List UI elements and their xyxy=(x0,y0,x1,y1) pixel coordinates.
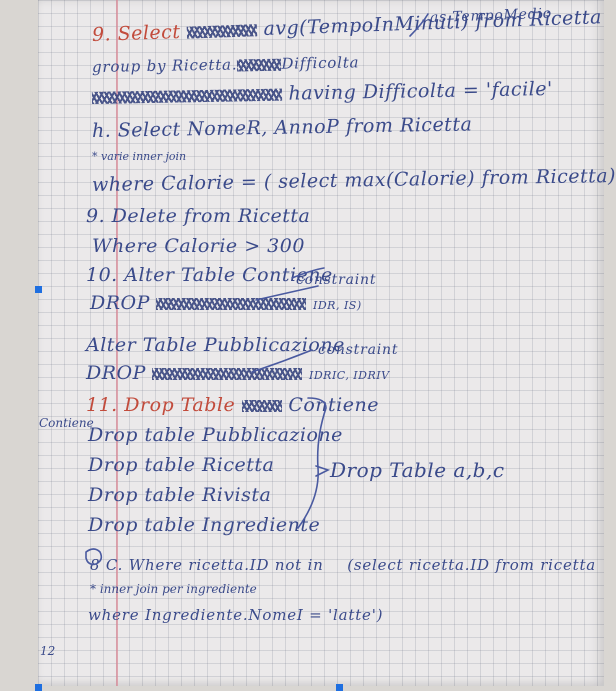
query-g-delete-line: 9. Delete from Ricetta xyxy=(86,205,311,227)
scribble xyxy=(186,24,258,39)
constraint-note-2: constraint xyxy=(318,342,399,358)
constraint-note: constraint xyxy=(296,272,377,288)
scribble xyxy=(237,58,282,72)
drop-constraint-line: DROP IDRIC, IDRIV xyxy=(86,362,390,384)
bottom-left-resize-handle[interactable] xyxy=(35,684,42,691)
scribble xyxy=(152,368,303,380)
alter-pubblicazione-line: Alter Table Pubblicazione xyxy=(86,334,345,356)
query-11-drop-line: 11. Drop Table Contiene xyxy=(86,394,379,416)
query-10-drop-line: DROP IDR, IS) xyxy=(90,292,362,314)
query-c-where-line: 8 C. Where ricetta.ID not in (select ric… xyxy=(90,556,597,574)
drop-ricetta-line: Drop table Ricetta xyxy=(88,454,275,476)
drop-ingrediente-line: Drop table Ingrediente xyxy=(88,514,321,536)
drop-abc-note: Drop Table a,b,c xyxy=(330,458,505,482)
query-g-where-line: Where Calorie > 300 xyxy=(92,235,305,257)
scribble xyxy=(241,400,282,412)
query-c-where2-line: where Ingrediente.NomeI = 'latte') xyxy=(88,606,384,624)
margin-note: Contiene xyxy=(39,416,94,430)
drop-pubblicazione-line: Drop table Pubblicazione xyxy=(88,424,343,446)
left-resize-handle[interactable] xyxy=(35,286,42,293)
query-h-join-note: * varie inner join xyxy=(92,150,187,163)
query-c-join-line: * inner join per ingrediente xyxy=(90,582,257,596)
drop-rivista-line: Drop table Rivista xyxy=(88,484,272,506)
page-corner-mark: 12 xyxy=(40,644,56,658)
scribble xyxy=(156,298,307,310)
bottom-resize-handle[interactable] xyxy=(336,684,343,691)
scribble xyxy=(91,88,283,104)
